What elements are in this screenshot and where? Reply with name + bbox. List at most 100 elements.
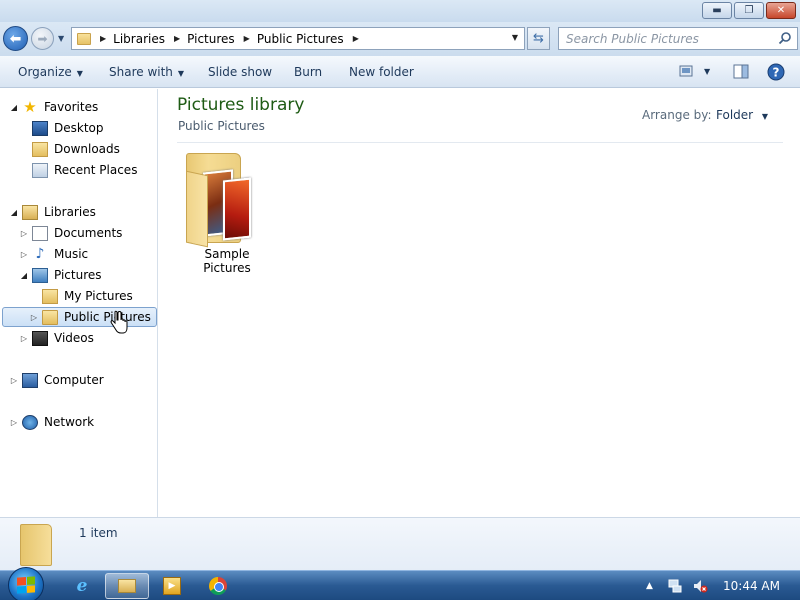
nav-recent-places[interactable]: Recent Places — [19, 160, 137, 180]
nav-computer-label: Computer — [44, 373, 104, 387]
chevron-right-icon[interactable]: ▶ — [174, 34, 180, 43]
organize-button[interactable]: Organize ▼ — [18, 65, 83, 79]
collapse-icon[interactable]: ◢ — [19, 271, 29, 280]
svg-text:?: ? — [773, 66, 780, 80]
nav-public-pictures-label: Public Pictures — [64, 310, 151, 324]
restore-icon: ❐ — [744, 5, 754, 16]
navigation-bar: ⬅ ➡ ▼ ▶ Libraries ▶ Pictures ▶ Public Pi… — [0, 22, 800, 56]
burn-button[interactable]: Burn — [294, 65, 322, 79]
help-icon[interactable]: ? — [767, 63, 785, 81]
nav-documents[interactable]: ▷ Documents — [19, 223, 122, 243]
breadcrumb-libraries[interactable]: Libraries — [113, 32, 165, 46]
expand-icon[interactable]: ▷ — [9, 418, 19, 427]
chevron-down-icon: ▼ — [761, 112, 769, 121]
breadcrumb-pictures[interactable]: Pictures — [187, 32, 235, 46]
nav-music[interactable]: ▷ ♪ Music — [19, 244, 88, 264]
public-pictures-folder-icon — [42, 309, 58, 325]
view-icon[interactable] — [679, 64, 693, 78]
expand-icon[interactable]: ▷ — [19, 229, 29, 238]
forward-button[interactable]: ➡ — [31, 27, 54, 50]
refresh-icon: ⇆ — [533, 31, 544, 46]
share-with-label: Share with — [109, 65, 173, 79]
address-bar[interactable]: ▶ Libraries ▶ Pictures ▶ Public Pictures… — [71, 27, 525, 50]
back-button[interactable]: ⬅ — [3, 26, 28, 51]
search-box[interactable]: Search Public Pictures — [558, 27, 798, 50]
nav-network[interactable]: ▷ Network — [9, 412, 94, 432]
my-pictures-folder-icon — [42, 288, 58, 304]
folder-icon — [20, 524, 52, 566]
search-input[interactable]: Search Public Pictures — [566, 32, 699, 46]
taskbar-windows-explorer[interactable] — [105, 573, 149, 599]
chevron-right-icon[interactable]: ▶ — [100, 34, 106, 43]
command-bar: Organize ▼ Share with ▼ Slide show Burn Ne… — [0, 56, 800, 88]
chevron-down-icon: ▼ — [76, 69, 83, 78]
start-button[interactable] — [8, 567, 44, 600]
windows-logo-icon — [17, 576, 35, 594]
desktop-icon — [32, 120, 48, 136]
maximize-button[interactable]: ❐ — [734, 2, 764, 19]
close-icon: ✕ — [776, 5, 786, 16]
library-location: Public Pictures — [178, 119, 265, 133]
expand-icon[interactable]: ▷ — [19, 334, 29, 343]
new-folder-button[interactable]: New folder — [349, 65, 414, 79]
nav-videos[interactable]: ▷ Videos — [19, 328, 94, 348]
folder-front-icon — [186, 170, 208, 248]
breadcrumb-public-pictures[interactable]: Public Pictures — [257, 32, 344, 46]
nav-favorites-label: Favorites — [44, 100, 99, 114]
recent-pages-dropdown-icon[interactable]: ▼ — [58, 34, 64, 43]
volume-muted-icon[interactable] — [692, 578, 708, 594]
address-dropdown-icon[interactable]: ▼ — [512, 33, 518, 42]
chevron-right-icon[interactable]: ▶ — [244, 34, 250, 43]
taskbar: e ▶ ▲ 10:44 AM — [0, 567, 800, 600]
internet-explorer-icon: e — [76, 576, 88, 596]
preview-pane-icon[interactable] — [733, 64, 749, 79]
nav-favorites[interactable]: ◢ ★ Favorites — [9, 97, 98, 117]
expand-icon[interactable]: ▷ — [19, 250, 29, 259]
nav-libraries-label: Libraries — [44, 205, 96, 219]
nav-downloads[interactable]: Downloads — [19, 139, 120, 159]
folder-item-sample-pictures[interactable]: Sample Pictures — [179, 149, 275, 275]
window-controls: ▬ ❐ ✕ — [702, 2, 796, 19]
expand-icon[interactable]: ▷ — [29, 313, 39, 322]
star-icon: ★ — [23, 97, 37, 116]
slide-show-button[interactable]: Slide show — [208, 65, 272, 79]
collapse-icon[interactable]: ◢ — [9, 208, 19, 217]
refresh-button[interactable]: ⇆ — [527, 27, 550, 50]
chevron-down-icon: ▼ — [177, 69, 185, 78]
collapse-icon[interactable]: ◢ — [9, 103, 19, 112]
search-icon[interactable] — [778, 31, 792, 45]
taskbar-internet-explorer[interactable]: e — [60, 573, 104, 599]
close-button[interactable]: ✕ — [766, 2, 796, 19]
clock[interactable]: 10:44 AM — [723, 579, 780, 593]
taskbar-media-player[interactable]: ▶ — [150, 573, 194, 599]
arrange-by-label: Arrange by: — [642, 108, 712, 122]
nav-public-pictures[interactable]: ▷ Public Pictures — [2, 307, 157, 327]
header-divider — [177, 142, 783, 143]
nav-my-pictures[interactable]: My Pictures — [29, 286, 133, 306]
forward-arrow-icon: ➡ — [37, 31, 48, 46]
arrange-by-value: Folder — [716, 108, 754, 122]
nav-computer[interactable]: ▷ Computer — [9, 370, 104, 390]
share-with-button[interactable]: Share with ▼ — [109, 65, 184, 79]
nav-my-pictures-label: My Pictures — [64, 289, 133, 303]
nav-pictures-label: Pictures — [54, 268, 102, 282]
taskbar-chrome[interactable] — [196, 573, 240, 599]
nav-documents-label: Documents — [54, 226, 123, 240]
chrome-icon — [209, 577, 227, 595]
arrange-by-dropdown[interactable]: Folder ▼ — [716, 108, 768, 122]
nav-pictures[interactable]: ◢ Pictures — [19, 265, 102, 285]
minimize-button[interactable]: ▬ — [702, 2, 732, 19]
nav-libraries[interactable]: ◢ Libraries — [9, 202, 96, 222]
view-options-dropdown-icon[interactable]: ▼ — [704, 67, 710, 76]
show-hidden-icons-icon[interactable]: ▲ — [646, 581, 653, 591]
navigation-pane: ◢ ★ Favorites Desktop Downloads Recent P… — [0, 89, 158, 517]
nav-desktop[interactable]: Desktop — [19, 118, 104, 138]
network-icon — [22, 414, 38, 430]
network-status-icon[interactable] — [667, 578, 683, 594]
chevron-right-icon[interactable]: ▶ — [353, 34, 359, 43]
windows-explorer-icon — [118, 579, 136, 593]
item-count: 1 item — [79, 526, 118, 540]
expand-icon[interactable]: ▷ — [9, 376, 19, 385]
pictures-icon — [32, 267, 48, 283]
nav-network-label: Network — [44, 415, 95, 429]
